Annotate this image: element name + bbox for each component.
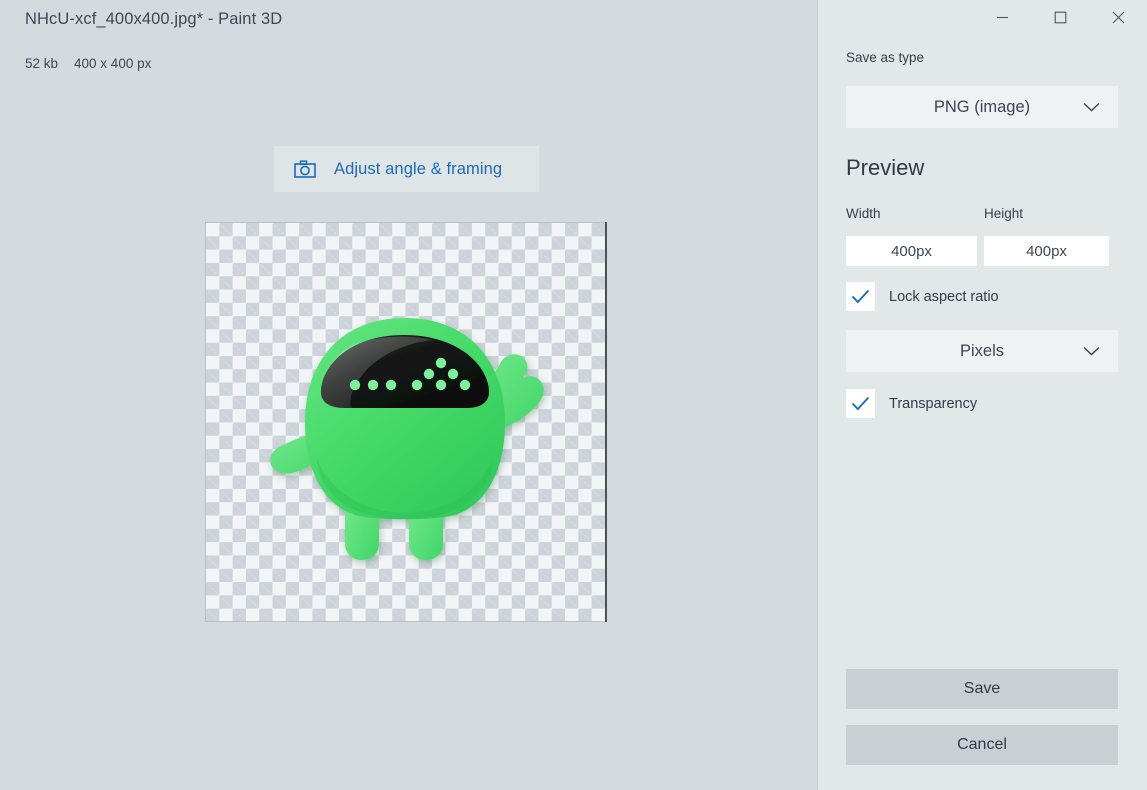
checkmark-icon [846,389,875,418]
preview-heading: Preview [846,155,925,180]
window-controls [973,0,1147,34]
image-canvas[interactable] [205,222,607,622]
file-metadata: 52 kb 400 x 400 px [25,56,151,71]
window-title: NHcU-xcf_400x400.jpg* - Paint 3D [25,10,283,28]
lock-aspect-ratio-label: Lock aspect ratio [889,288,999,305]
maximize-icon[interactable] [1031,0,1089,34]
save-as-type-label: Save as type [846,50,925,65]
camera-icon [294,159,316,179]
height-label: Height [984,206,1024,221]
checkmark-icon [846,282,875,311]
transparency-checkbox[interactable]: Transparency [846,389,977,418]
transparency-checkerboard [205,222,605,622]
file-type-value: PNG (image) [933,97,1031,116]
height-input[interactable] [984,236,1109,266]
width-input[interactable] [846,236,977,266]
chevron-down-icon [1083,102,1100,112]
canvas-right-border [605,222,607,622]
save-button[interactable]: Save [846,669,1118,709]
lock-aspect-ratio-checkbox[interactable]: Lock aspect ratio [846,282,999,311]
close-icon[interactable] [1089,0,1147,34]
width-label: Width [846,206,881,221]
save-options-panel: Save as type PNG (image) Preview Width H… [818,0,1147,790]
file-dimensions-label: 400 x 400 px [74,56,152,71]
workspace-pane: NHcU-xcf_400x400.jpg* - Paint 3D 52 kb 40… [0,0,817,790]
chevron-down-icon [1083,346,1100,356]
file-type-dropdown[interactable]: PNG (image) [846,86,1118,128]
adjust-angle-framing-button[interactable]: Adjust angle & framing [274,146,539,192]
cancel-button[interactable]: Cancel [846,725,1118,765]
minimize-icon[interactable] [973,0,1031,34]
transparency-label: Transparency [889,395,978,412]
units-dropdown[interactable]: Pixels [846,330,1118,372]
units-value: Pixels [959,341,1004,360]
adjust-angle-framing-label: Adjust angle & framing [334,159,503,178]
file-size-label: 52 kb [25,56,59,71]
